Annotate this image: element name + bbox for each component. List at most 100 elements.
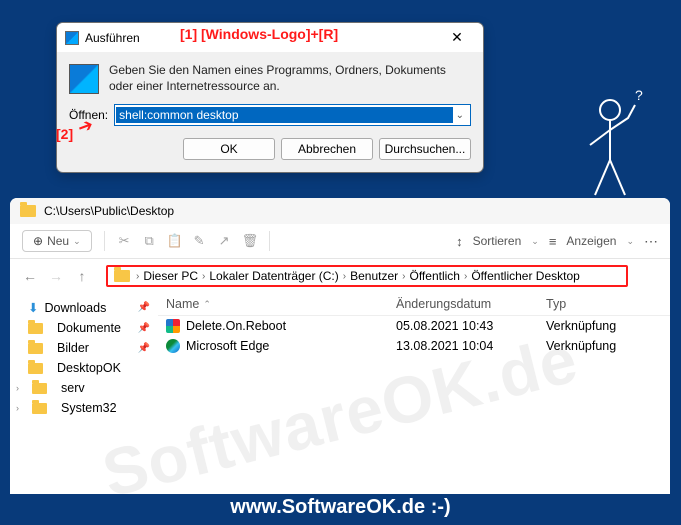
sort-icon[interactable]: ↕: [456, 234, 463, 249]
share-icon[interactable]: ↗: [217, 233, 232, 249]
file-list-header: Name ⌃ Änderungsdatum Typ: [158, 293, 670, 316]
explorer-toolbar: ⊕ Neu ⌄ ✂ ⧉ 📋 ✎ ↗ 🗑 ↕ Sortieren ⌄ ≡ Anze…: [10, 224, 670, 259]
svg-text:?: ?: [635, 90, 643, 103]
up-icon[interactable]: ↑: [74, 268, 90, 284]
sidebar-item-label: Bilder: [57, 341, 89, 355]
delete-icon[interactable]: 🗑: [242, 233, 257, 249]
download-icon: ⬇: [28, 300, 38, 315]
column-name[interactable]: Name ⌃: [166, 297, 396, 311]
run-body: Geben Sie den Namen eines Programms, Ord…: [57, 52, 483, 94]
file-name: Delete.On.Reboot: [186, 319, 286, 333]
sidebar-item-pictures[interactable]: Bilder 📌: [10, 338, 158, 358]
crumb-item[interactable]: Dieser PC: [143, 269, 198, 283]
sidebar-item-serv[interactable]: › serv: [10, 378, 158, 398]
pin-icon: 📌: [138, 302, 150, 313]
browse-button[interactable]: Durchsuchen...: [379, 138, 471, 160]
separator: [104, 231, 105, 251]
chevron-right-icon: ›: [16, 403, 26, 413]
thinking-figure-icon: ?: [565, 90, 655, 215]
column-label: Name: [166, 297, 199, 311]
crumb-item[interactable]: Öffentlich: [409, 269, 459, 283]
breadcrumb[interactable]: › Dieser PC › Lokaler Datenträger (C:) ›…: [106, 265, 628, 287]
sidebar-item-documents[interactable]: Dokumente📌: [10, 318, 158, 338]
explorer-titlebar: C:\Users\Public\Desktop: [10, 198, 670, 224]
paste-icon[interactable]: 📋: [167, 233, 182, 249]
run-description: Geben Sie den Namen eines Programms, Ord…: [109, 62, 471, 94]
open-input-value[interactable]: shell:common desktop: [116, 107, 452, 123]
run-input-row: Öffnen: shell:common desktop ⌄: [57, 94, 483, 134]
run-dialog: Ausführen ✕ Geben Sie den Namen eines Pr…: [56, 22, 484, 173]
run-icon: [65, 31, 79, 45]
run-buttons: OK Abbrechen Durchsuchen...: [57, 134, 483, 172]
rename-icon[interactable]: ✎: [192, 233, 207, 249]
folder-icon: [32, 383, 47, 394]
chevron-down-icon: ⌄: [531, 236, 539, 247]
folder-icon: [114, 270, 130, 282]
column-date[interactable]: Änderungsdatum: [396, 297, 546, 311]
view-button[interactable]: Anzeigen: [566, 234, 616, 248]
run-body-icon: [69, 64, 99, 94]
explorer-window: C:\Users\Public\Desktop ⊕ Neu ⌄ ✂ ⧉ 📋 ✎ …: [10, 198, 670, 494]
close-icon[interactable]: ✕: [439, 29, 475, 46]
document-icon: [28, 323, 43, 334]
chevron-right-icon: ›: [464, 271, 467, 282]
chevron-down-icon: ⌄: [626, 236, 634, 247]
chevron-right-icon: ›: [136, 271, 139, 282]
chevron-down-icon[interactable]: ⌄: [454, 110, 466, 121]
folder-icon: [32, 403, 47, 414]
sort-button[interactable]: Sortieren: [473, 234, 522, 248]
sidebar-item-desktopok[interactable]: DesktopOK: [10, 358, 158, 378]
column-type[interactable]: Typ: [546, 297, 656, 311]
back-icon[interactable]: ←: [22, 268, 38, 284]
crumb-item[interactable]: Öffentlicher Desktop: [471, 269, 580, 283]
sidebar-item-label: DesktopOK: [57, 361, 121, 375]
chevron-right-icon: ›: [343, 271, 346, 282]
sidebar-item-label: Downloads: [44, 301, 106, 315]
sidebar: ⬇ Downloads 📌 Dokumente📌 Bilder 📌 DesktopOK…: [10, 293, 158, 449]
file-row[interactable]: Delete.On.Reboot 05.08.2021 10:43 Verknü…: [158, 316, 670, 336]
plus-icon: ⊕: [33, 234, 43, 248]
sidebar-item-system32[interactable]: › System32: [10, 398, 158, 418]
new-button[interactable]: ⊕ Neu ⌄: [22, 230, 92, 252]
file-date: 13.08.2021 10:04: [396, 339, 546, 353]
file-type: Verknüpfung: [546, 319, 656, 333]
file-date: 05.08.2021 10:43: [396, 319, 546, 333]
view-icon[interactable]: ≡: [549, 234, 557, 249]
file-name: Microsoft Edge: [186, 339, 269, 353]
new-label: Neu: [47, 234, 69, 248]
open-combobox[interactable]: shell:common desktop ⌄: [114, 104, 471, 126]
forward-icon[interactable]: →: [48, 268, 64, 284]
explorer-nav: ← → ↑ › Dieser PC › Lokaler Datenträger …: [10, 259, 670, 293]
chevron-right-icon: ›: [402, 271, 405, 282]
separator: [269, 231, 270, 251]
cut-icon[interactable]: ✂: [117, 233, 132, 249]
annotation-1: [1] [Windows-Logo]+[R]: [180, 26, 338, 42]
file-type: Verknüpfung: [546, 339, 656, 353]
picture-icon: [28, 343, 43, 354]
crumb-item[interactable]: Lokaler Datenträger (C:): [209, 269, 338, 283]
chevron-right-icon: ›: [16, 383, 26, 393]
explorer-title: C:\Users\Public\Desktop: [44, 204, 174, 218]
sort-caret-icon: ⌃: [203, 299, 211, 310]
edge-icon: [166, 339, 180, 353]
ok-button[interactable]: OK: [183, 138, 275, 160]
annotation-2: [2]: [56, 126, 73, 142]
pin-icon: 📌: [138, 343, 150, 354]
more-icon[interactable]: ⋯: [644, 233, 658, 250]
chevron-right-icon: ›: [202, 271, 205, 282]
sidebar-item-downloads[interactable]: ⬇ Downloads 📌: [10, 297, 158, 318]
folder-icon: [20, 205, 36, 217]
sidebar-item-label: serv: [61, 381, 85, 395]
file-icon: [166, 319, 180, 333]
copy-icon[interactable]: ⧉: [142, 233, 157, 249]
explorer-body: ⬇ Downloads 📌 Dokumente📌 Bilder 📌 DesktopOK…: [10, 293, 670, 449]
sidebar-item-label: System32: [61, 401, 117, 415]
footer-text: www.SoftwareOK.de :-): [0, 496, 681, 519]
chevron-down-icon: ⌄: [73, 236, 81, 247]
crumb-item[interactable]: Benutzer: [350, 269, 398, 283]
pin-icon: 📌: [138, 323, 150, 334]
folder-icon: [28, 363, 43, 374]
cancel-button[interactable]: Abbrechen: [281, 138, 373, 160]
file-row[interactable]: Microsoft Edge 13.08.2021 10:04 Verknüpf…: [158, 336, 670, 356]
file-list: Name ⌃ Änderungsdatum Typ Delete.On.Reboo…: [158, 293, 670, 449]
